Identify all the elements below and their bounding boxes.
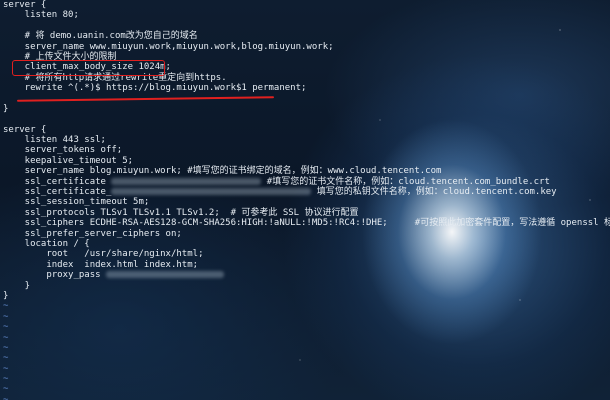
code-line: server { [3, 125, 610, 135]
empty-line-tilde: ~ [3, 395, 610, 400]
code-text: ~ [3, 394, 9, 400]
code-line: server_name www.miuyun.work,miuyun.work,… [3, 42, 610, 52]
empty-line-tilde: ~ [3, 353, 610, 363]
empty-line-tilde: ~ [3, 384, 610, 394]
code-line: ssl_session_timeout 5m; [3, 197, 610, 207]
code-text: } [3, 290, 9, 301]
code-text: ~ [3, 353, 9, 364]
code-text: ~ [3, 363, 9, 374]
code-text: server_name www.miuyun.work,miuyun.work,… [3, 41, 334, 52]
code-text: server_tokens off; [3, 145, 123, 156]
code-text: proxy_pass [3, 270, 106, 281]
code-line: ssl_certificate_ 填写您的私钥文件名称，例如：cloud.ten… [3, 187, 610, 197]
red-highlight-box [12, 60, 165, 76]
code-line: location / { [3, 239, 610, 249]
code-text: } [3, 103, 9, 114]
code-line: ssl_protocols TLSv1 TLSv1.1 TLSv1.2; # 可… [3, 208, 610, 218]
code-text: ssl_protocols TLSv1 TLSv1.1 TLSv1.2; # 可… [3, 207, 359, 218]
code-line: ssl_ciphers ECDHE-RSA-AES128-GCM-SHA256:… [3, 218, 610, 228]
code-text: # 将 demo.uanin.com改为您自己的域名 [3, 31, 198, 42]
code-text: ssl_certificate_ [3, 187, 112, 198]
code-text: ~ [3, 332, 9, 343]
code-text: ~ [3, 342, 9, 353]
code-text: listen 443 ssl; [3, 135, 106, 146]
code-text: ssl_prefer_server_ciphers on; [3, 228, 182, 239]
code-text: index index.html index.htm; [3, 259, 199, 270]
code-line: listen 80; [3, 10, 610, 20]
code-text: ~ [3, 322, 9, 333]
code-line: ssl_prefer_server_ciphers on; [3, 229, 610, 239]
code-text: ~ [3, 374, 9, 385]
code-line: root /usr/share/nginx/html; [3, 249, 610, 259]
code-line: rewrite ^(.*)$ https://blog.miuyun.work$… [3, 83, 610, 93]
code-text: rewrite ^(.*)$ https://blog.miuyun.work$… [3, 83, 307, 94]
code-line: } [3, 291, 610, 301]
redacted-blur [111, 188, 312, 196]
redacted-blur [111, 177, 262, 185]
code-text: } [3, 280, 31, 291]
empty-line-tilde: ~ [3, 301, 610, 311]
empty-line-tilde: ~ [3, 333, 610, 343]
code-text: root /usr/share/nginx/html; [3, 249, 204, 260]
code-line: server { [3, 0, 610, 10]
code-line: } [3, 104, 610, 114]
empty-line-tilde: ~ [3, 374, 610, 384]
code-line: } [3, 281, 610, 291]
code-comment: #填写您的证书文件名称，例如：cloud.tencent.com_bundle.… [261, 176, 550, 187]
code-line: # 将 demo.uanin.com改为您自己的域名 [3, 31, 610, 41]
code-comment: 填写您的私钥文件名称，例如：cloud.tencent.com.key [311, 187, 557, 198]
empty-line-tilde: ~ [3, 322, 610, 332]
code-text: ~ [3, 301, 9, 312]
code-line: listen 443 ssl; [3, 135, 610, 145]
code-text: ssl_ciphers ECDHE-RSA-AES128-GCM-SHA256:… [3, 218, 610, 229]
empty-line-tilde: ~ [3, 343, 610, 353]
code-text: server { [3, 124, 47, 135]
code-line: server_name blog.miuyun.work; #填写您的证书绑定的… [3, 166, 610, 176]
code-text: location / { [3, 238, 90, 249]
code-text: keepalive_timeout 5; [3, 155, 134, 166]
code-text: ~ [3, 311, 9, 322]
empty-line-tilde: ~ [3, 312, 610, 322]
code-text: ssl_certificate [3, 176, 112, 187]
code-text: server { [3, 0, 47, 10]
code-text: ssl_session_timeout 5m; [3, 197, 150, 208]
code-text: listen 80; [3, 10, 79, 21]
code-text: ~ [3, 384, 9, 395]
code-line: proxy_pass [3, 270, 610, 280]
code-text: server_name blog.miuyun.work; #填写您的证书绑定的… [3, 166, 442, 177]
code-line: index index.html index.htm; [3, 260, 610, 270]
empty-line-tilde: ~ [3, 364, 610, 374]
redacted-blur [105, 271, 224, 279]
code-line: server_tokens off; [3, 145, 610, 155]
code-line: keepalive_timeout 5; [3, 156, 610, 166]
code-line: ssl_certificate #填写您的证书文件名称，例如：cloud.ten… [3, 177, 610, 187]
